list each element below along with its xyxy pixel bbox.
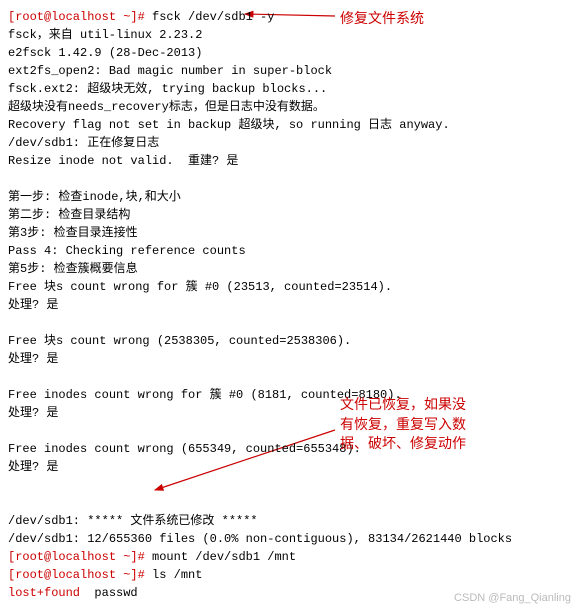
output-line: ext2fs_open2: Bad magic number in super-…	[8, 64, 332, 78]
ls-output-lostfound: lost+found	[8, 586, 80, 600]
terminal[interactable]: [root@localhost ~]# fsck /dev/sdb1 -y fs…	[8, 8, 573, 602]
annotation-bottom-line2: 有恢复，重复写入数	[340, 416, 466, 432]
command-mount: mount /dev/sdb1 /mnt	[152, 550, 296, 564]
output-line: 第一步: 检查inode,块,和大小	[8, 190, 181, 204]
output-line: Free 块s count wrong for 簇 #0 (23513, cou…	[8, 280, 392, 294]
command-fsck: fsck /dev/sdb1 -y	[152, 10, 274, 24]
command-ls: ls /mnt	[152, 568, 202, 582]
watermark: CSDN @Fang_Qianling	[454, 590, 571, 607]
annotation-bottom-line1: 文件已恢复，如果没	[340, 396, 466, 412]
output-line: 第3步: 检查目录连接性	[8, 226, 138, 240]
ls-output-passwd: passwd	[80, 586, 138, 600]
output-line: /dev/sdb1: 正在修复日志	[8, 136, 159, 150]
output-line: Pass 4: Checking reference counts	[8, 244, 246, 258]
output-line: e2fsck 1.42.9 (28-Dec-2013)	[8, 46, 202, 60]
output-line: 处理? 是	[8, 406, 58, 420]
output-line: 处理? 是	[8, 298, 58, 312]
output-line: Free 块s count wrong (2538305, counted=25…	[8, 334, 351, 348]
output-line: 处理? 是	[8, 460, 58, 474]
output-line: 超级块没有needs_recovery标志，但是日志中没有数据。	[8, 100, 325, 114]
prompt-2: [root@localhost ~]#	[8, 550, 152, 564]
annotation-bottom: 文件已恢复，如果没 有恢复，重复写入数 据、破坏、修复动作	[340, 395, 466, 454]
output-line: fsck，来自 util-linux 2.23.2	[8, 28, 202, 42]
output-line: /dev/sdb1: ***** 文件系统已修改 *****	[8, 514, 258, 528]
output-line: Resize inode not valid. 重建? 是	[8, 154, 238, 168]
annotation-top: 修复文件系统	[340, 8, 424, 29]
output-line: /dev/sdb1: 12/655360 files (0.0% non-con…	[8, 532, 512, 546]
prompt-1: [root@localhost ~]#	[8, 10, 152, 24]
output-line: 第5步: 检查簇概要信息	[8, 262, 138, 276]
output-line: 第二步: 检查目录结构	[8, 208, 130, 222]
prompt-3: [root@localhost ~]#	[8, 568, 152, 582]
output-line: Recovery flag not set in backup 超级块, so …	[8, 118, 450, 132]
output-line: 处理? 是	[8, 352, 58, 366]
annotation-bottom-line3: 据、破坏、修复动作	[340, 435, 466, 451]
output-line: fsck.ext2: 超级块无效, trying backup blocks..…	[8, 82, 327, 96]
output-line: Free inodes count wrong (655349, counted…	[8, 442, 361, 456]
